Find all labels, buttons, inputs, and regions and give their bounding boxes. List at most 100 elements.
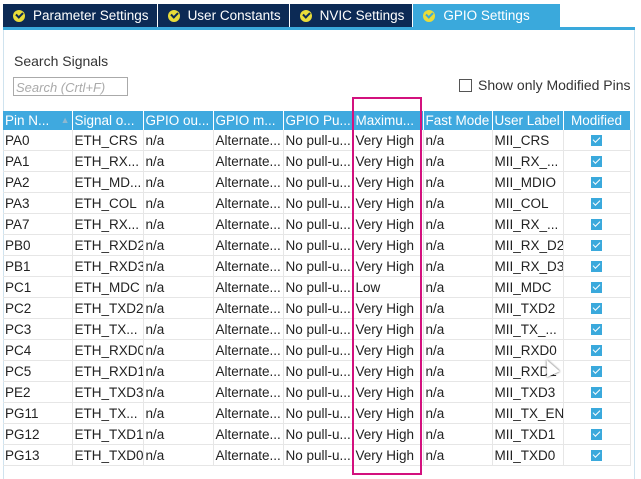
table-cell: [563, 150, 631, 172]
column-header[interactable]: Pin N... ▲: [3, 111, 73, 130]
table-row[interactable]: PG12 ETH_TXD1 n/a Alternate... No pull-u... V…: [3, 423, 631, 445]
table-cell: PB0: [3, 234, 73, 256]
table-cell: [563, 360, 631, 382]
modified-checkbox[interactable]: [591, 387, 602, 399]
table-cell: MII_TXD0: [492, 444, 564, 466]
column-header[interactable]: GPIO Pu...: [283, 111, 354, 130]
table-cell: n/a: [143, 213, 214, 235]
table-row[interactable]: PA7 ETH_RX... n/a Alternate... No pull-u... V…: [3, 213, 631, 235]
table-cell: [563, 444, 631, 466]
column-header[interactable]: User Label: [492, 111, 564, 130]
table-cell: n/a: [423, 297, 493, 319]
table-cell: PA7: [3, 213, 73, 235]
table-row[interactable]: PC5 ETH_RXD1 n/a Alternate... No pull-u... Ve…: [3, 360, 631, 382]
show-only-modified-checkbox[interactable]: Show only Modified Pins: [459, 77, 631, 93]
table-cell: ETH_TXD3: [72, 381, 144, 403]
table-cell: MII_TX_...: [492, 318, 564, 340]
table-cell: n/a: [423, 444, 493, 466]
table-row[interactable]: PB0 ETH_RXD2 n/a Alternate... No pull-u... Ve…: [3, 234, 631, 256]
table-row[interactable]: PA0 ETH_CRS n/a Alternate... No pull-u... Ver…: [3, 130, 631, 151]
table-row[interactable]: PE2 ETH_TXD3 n/a Alternate... No pull-u... Ve…: [3, 381, 631, 403]
table-cell: n/a: [423, 255, 493, 277]
tab-label: GPIO Settings: [443, 8, 530, 23]
table-header: Pin N... ▲ Signal o... GPIO ou... GPIO m... G…: [3, 111, 631, 130]
table-cell: Alternate...: [213, 297, 284, 319]
modified-checkbox[interactable]: [591, 408, 602, 420]
tab-parameter-settings[interactable]: Parameter Settings: [3, 4, 157, 27]
table-cell: PA3: [3, 192, 73, 214]
table-cell: [563, 297, 631, 319]
table-row[interactable]: PA2 ETH_MD... n/a Alternate... No pull-u... V…: [3, 171, 631, 193]
table-cell: MII_COL: [492, 192, 564, 214]
table-cell: PA0: [3, 130, 73, 151]
check-circle-icon: [423, 9, 436, 22]
modified-checkbox[interactable]: [591, 429, 602, 441]
table-cell: PC5: [3, 360, 73, 382]
table-cell: Alternate...: [213, 444, 284, 466]
table-cell: MII_RX_D2: [492, 234, 564, 256]
table-cell: [563, 276, 631, 298]
table-cell: Alternate...: [213, 402, 284, 424]
modified-checkbox[interactable]: [591, 219, 602, 231]
checkbox-box[interactable]: [459, 78, 472, 92]
column-header[interactable]: GPIO m...: [213, 111, 284, 130]
table-cell: n/a: [143, 339, 214, 361]
table-row[interactable]: PC2 ETH_TXD2 n/a Alternate... No pull-u... Ve…: [3, 297, 631, 319]
table-cell: n/a: [143, 318, 214, 340]
table-cell: Alternate...: [213, 234, 284, 256]
modified-checkbox[interactable]: [591, 345, 602, 357]
table-cell: ETH_RXD3: [72, 255, 144, 277]
table-row[interactable]: PC4 ETH_RXD0 n/a Alternate... No pull-u... Ve…: [3, 339, 631, 361]
modified-checkbox[interactable]: [591, 135, 602, 147]
table-cell: n/a: [143, 192, 214, 214]
column-header[interactable]: Modified: [563, 111, 631, 130]
table-row[interactable]: PA1 ETH_RX... n/a Alternate... No pull-u... V…: [3, 150, 631, 172]
sort-icon[interactable]: ▲: [61, 115, 70, 125]
tab-gpio-settings[interactable]: GPIO Settings: [413, 4, 560, 27]
tab-user-constants[interactable]: User Constants: [157, 4, 289, 27]
table-cell: PC3: [3, 318, 73, 340]
modified-checkbox[interactable]: [591, 282, 602, 294]
table-cell: Alternate...: [213, 255, 284, 277]
modified-checkbox[interactable]: [591, 156, 602, 168]
table-cell: No pull-u...: [283, 171, 354, 193]
table-row[interactable]: PG11 ETH_TX... n/a Alternate... No pull-u...…: [3, 402, 631, 424]
check-circle-icon: [167, 9, 180, 22]
column-header[interactable]: Fast Mode: [423, 111, 493, 130]
column-header[interactable]: Signal o...: [72, 111, 144, 130]
table-cell: [563, 234, 631, 256]
modified-checkbox[interactable]: [591, 261, 602, 273]
table-cell: No pull-u...: [283, 255, 354, 277]
column-header[interactable]: GPIO ou...: [143, 111, 214, 130]
table-row[interactable]: PG13 ETH_TXD0 n/a Alternate... No pull-u... V…: [3, 444, 631, 466]
modified-checkbox[interactable]: [591, 198, 602, 210]
modified-checkbox[interactable]: [591, 177, 602, 189]
search-input[interactable]: Search (Crtl+F): [13, 77, 128, 96]
table-cell: [563, 318, 631, 340]
table-cell: MII_CRS: [492, 130, 564, 151]
table-cell: Alternate...: [213, 423, 284, 445]
modified-checkbox[interactable]: [591, 450, 602, 462]
table-cell: n/a: [423, 276, 493, 298]
table-cell: [563, 171, 631, 193]
table-cell: [563, 423, 631, 445]
modified-checkbox[interactable]: [591, 324, 602, 336]
modified-checkbox[interactable]: [591, 366, 602, 378]
table-cell: n/a: [143, 255, 214, 277]
search-signals-label: Search Signals: [14, 53, 109, 69]
modified-checkbox[interactable]: [591, 240, 602, 252]
table-row[interactable]: PB1 ETH_RXD3 n/a Alternate... No pull-u... Ve…: [3, 255, 631, 277]
table-row[interactable]: PC3 ETH_TX... n/a Alternate... No pull-u... V…: [3, 318, 631, 340]
table-cell: ETH_MD...: [72, 171, 144, 193]
table-row[interactable]: PA3 ETH_COL n/a Alternate... No pull-u... Ver…: [3, 192, 631, 214]
table-cell: n/a: [143, 276, 214, 298]
table-cell: MII_TXD2: [492, 297, 564, 319]
table-cell: n/a: [143, 381, 214, 403]
highlight-box: [352, 97, 422, 475]
table-cell: n/a: [423, 423, 493, 445]
table-row[interactable]: PC1 ETH_MDC n/a Alternate... No pull-u... Low…: [3, 276, 631, 298]
modified-checkbox[interactable]: [591, 303, 602, 315]
tab-nvic-settings[interactable]: NVIC Settings: [289, 4, 413, 27]
table-cell: No pull-u...: [283, 150, 354, 172]
table-cell: [563, 255, 631, 277]
